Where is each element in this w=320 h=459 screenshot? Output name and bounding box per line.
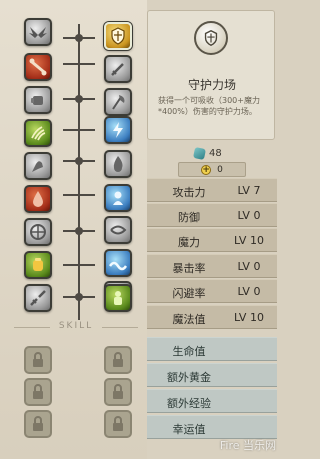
skill-golem[interactable] [104, 284, 132, 312]
tree-knot [75, 293, 83, 301]
lock-icon [113, 416, 123, 431]
tree-branch [63, 63, 95, 65]
tree-knot [75, 157, 83, 165]
tree-knot [75, 95, 83, 103]
tree-branch [63, 264, 95, 266]
tree-section-label: SKILL [8, 321, 144, 331]
wave-icon [108, 261, 128, 271]
wings-icon [29, 27, 47, 38]
skill-wings[interactable] [24, 18, 52, 46]
stat-row-dodge[interactable]: 闪避率 LV 0 [147, 279, 277, 303]
axe-icon [112, 95, 125, 110]
lock-icon [33, 384, 43, 399]
stat-level: LV 7 [237, 184, 261, 197]
locked-skill-slot [104, 346, 132, 374]
wheel-icon [30, 224, 46, 240]
shield-icon [204, 29, 218, 47]
stat-name: 魔力 [178, 236, 200, 249]
currency-value: 48 [209, 147, 222, 159]
stat-name: 防御 [178, 211, 200, 224]
stat-row-mana[interactable]: 魔法值 LV 10 [147, 305, 277, 329]
skill-golden-fist[interactable] [24, 251, 52, 279]
skill-flex-arm[interactable] [24, 152, 52, 180]
currency-display: 48 [192, 146, 222, 160]
stat-name: 闪避率 [172, 287, 206, 300]
lock-icon [33, 352, 43, 367]
stat-row-extra-gold: 额外黄金 [147, 363, 277, 387]
watermark: Fire 当乐网 [219, 439, 276, 452]
stat-name: 攻击力 [172, 186, 206, 199]
skill-flame[interactable] [104, 150, 132, 178]
plus-icon: + [201, 164, 212, 175]
spirit-icon [113, 191, 123, 205]
stat-row-extra-exp: 额外经验 [147, 389, 277, 413]
stat-level: LV 10 [234, 234, 264, 247]
lock-icon [113, 352, 123, 367]
skill-bone[interactable] [24, 53, 52, 81]
skill-axe[interactable] [104, 88, 132, 116]
skill-description: 获得一个可吸收（300+魔力*400%）伤害的守护力场。 [158, 96, 260, 116]
flex-arm-icon [32, 161, 43, 172]
skill-points-display: + 0 [178, 162, 246, 177]
claw-icon [31, 126, 46, 141]
skill-blood-drop[interactable] [24, 185, 52, 213]
skill-detail-panel: 守护力场 获得一个可吸收（300+魔力*400%）伤害的守护力场。 [147, 10, 275, 140]
skill-points-value: 0 [217, 164, 223, 175]
golem-icon [114, 291, 122, 305]
fist-icon [31, 96, 43, 105]
stat-row-crit[interactable]: 暴击率 LV 0 [147, 254, 277, 278]
stat-name: 魔法值 [172, 313, 206, 326]
blood-drop-icon [33, 191, 43, 207]
flame-icon [113, 156, 123, 172]
stat-name: 额外黄金 [167, 371, 211, 384]
skill-spirit[interactable] [104, 184, 132, 212]
locked-skill-slot [24, 410, 52, 438]
tree-branch [63, 194, 95, 196]
bone-icon [29, 58, 47, 76]
skill-wheel[interactable] [24, 218, 52, 246]
stat-row-luck: 幸运值 [147, 415, 277, 439]
locked-skill-slot [104, 378, 132, 406]
tree-knot [75, 34, 83, 42]
sword-icon [111, 63, 124, 76]
lock-icon [33, 416, 43, 431]
skill-title: 守护力场 [187, 78, 236, 92]
skill-fist[interactable] [24, 86, 52, 114]
storm-icon [110, 225, 127, 235]
stat-name: 暴击率 [172, 262, 206, 275]
selected-skill-icon [194, 21, 228, 55]
stat-level: LV 0 [237, 260, 261, 273]
stat-row-hp: 生命值 [147, 337, 277, 361]
lightning-icon [113, 122, 123, 138]
stat-name: 幸运值 [172, 423, 206, 436]
skill-broken-sword[interactable] [24, 284, 52, 312]
skill-wave[interactable] [104, 249, 132, 277]
stat-level: LV 0 [237, 209, 261, 222]
lock-icon [113, 384, 123, 399]
golden-fist-icon [33, 258, 43, 271]
stat-name: 额外经验 [167, 397, 211, 410]
stat-level: LV 10 [234, 311, 264, 324]
broken-sword-icon [30, 290, 46, 306]
skill-claw[interactable] [24, 119, 52, 147]
tree-branch [63, 129, 95, 131]
skill-storm[interactable] [104, 216, 132, 244]
skill-lightning[interactable] [104, 116, 132, 144]
stat-name: 生命值 [172, 345, 206, 358]
gem-icon [192, 146, 207, 160]
stat-row-attack[interactable]: 攻击力 LV 7 [147, 178, 277, 202]
tree-knot [75, 227, 83, 235]
locked-skill-slot [104, 410, 132, 438]
skill-shield[interactable] [104, 22, 132, 50]
skill-tree-trunk [78, 24, 80, 320]
stat-row-magic[interactable]: 魔力 LV 10 [147, 228, 277, 252]
locked-skill-slot [24, 346, 52, 374]
shield-icon [111, 27, 125, 45]
locked-skill-slot [24, 378, 52, 406]
stat-row-defense[interactable]: 防御 LV 0 [147, 203, 277, 227]
skill-sword[interactable] [104, 55, 132, 83]
stat-level: LV 0 [237, 285, 261, 298]
